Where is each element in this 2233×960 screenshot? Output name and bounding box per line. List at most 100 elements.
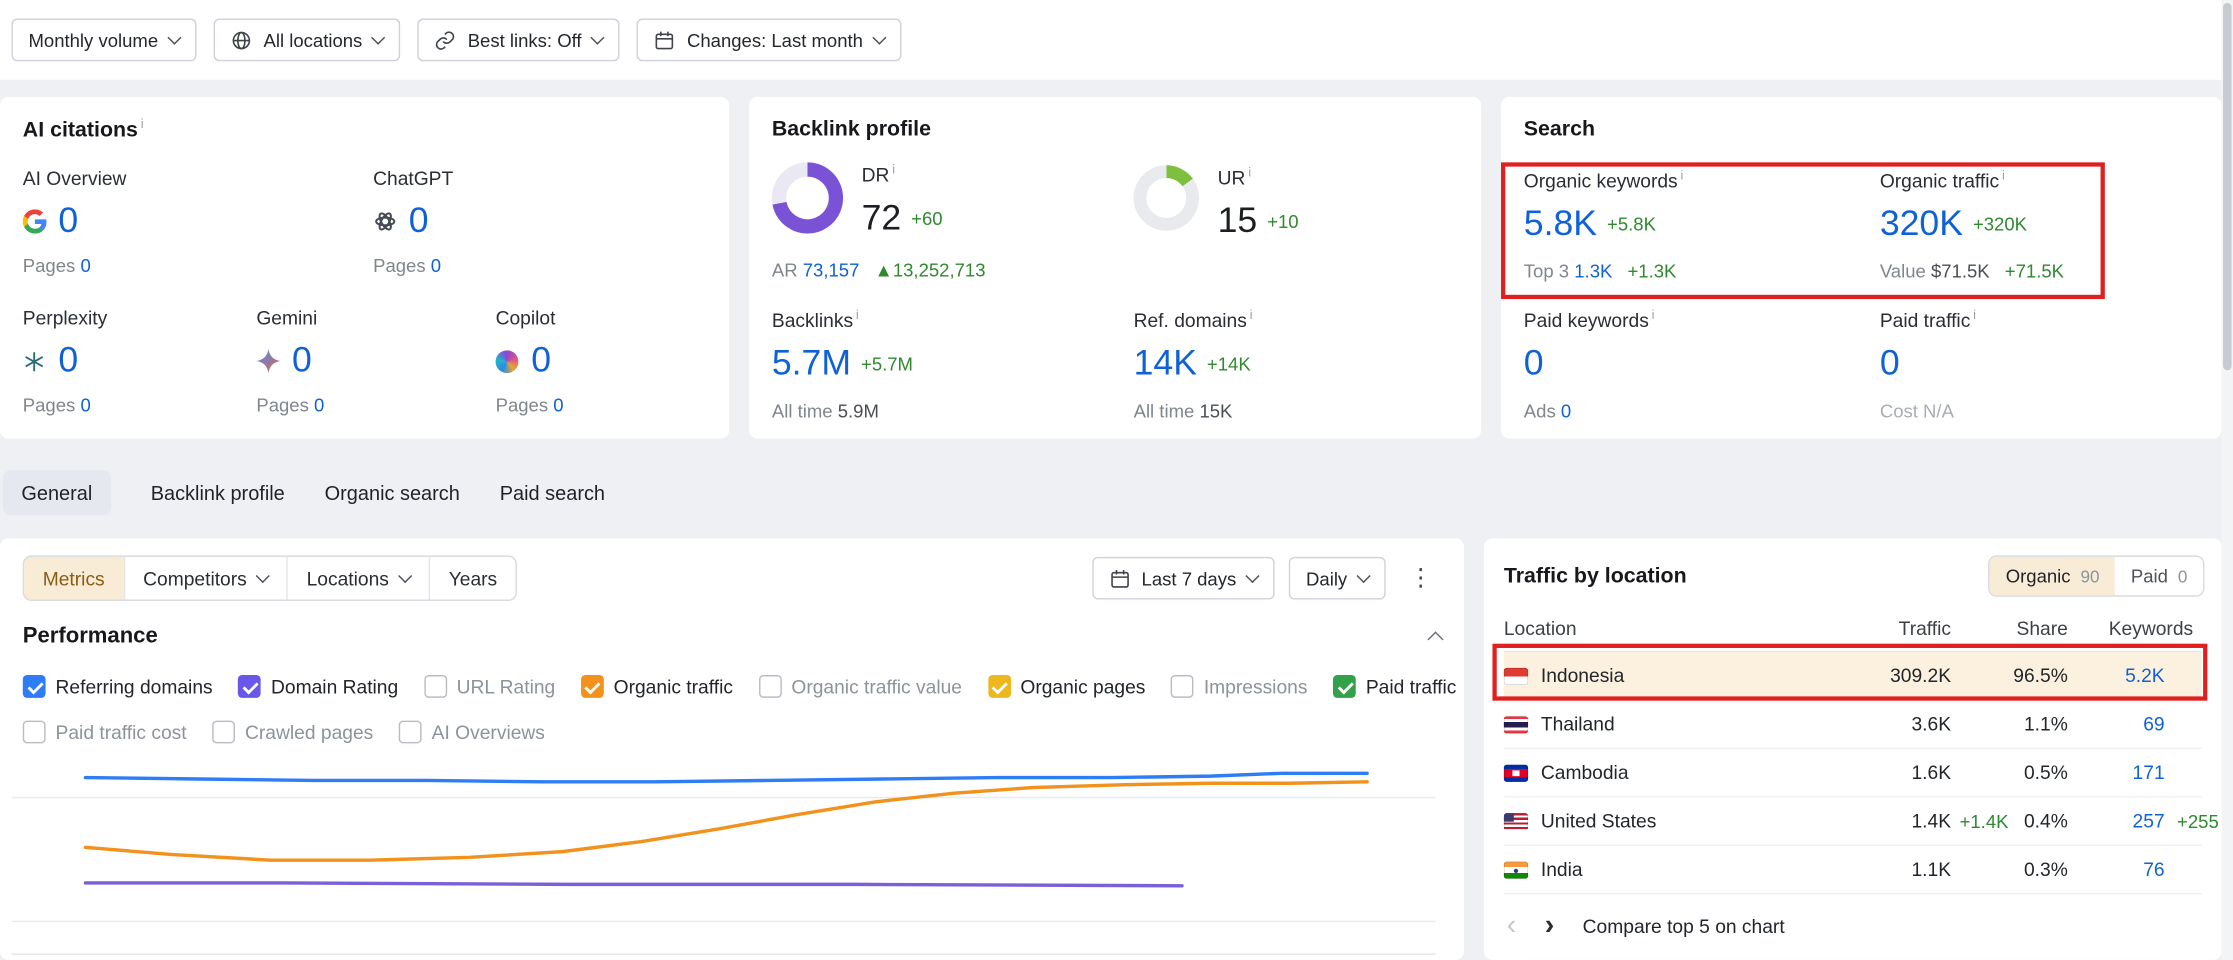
- legend-paid-traffic-cost[interactable]: Paid traffic cost: [23, 721, 187, 744]
- ar-value[interactable]: 73,157: [803, 259, 860, 280]
- collapse-chevron-icon[interactable]: [1427, 631, 1443, 647]
- dr-delta: +60: [911, 207, 942, 228]
- info-icon[interactable]: i: [141, 117, 144, 131]
- legend-ai-overviews[interactable]: AI Overviews: [399, 721, 545, 744]
- table-row-india[interactable]: India 1.1K 0.3% 76: [1504, 846, 2202, 894]
- legend-domain-rating[interactable]: Domain Rating: [238, 675, 398, 698]
- paid-keywords-value[interactable]: 0: [1524, 342, 1544, 383]
- keywords-link[interactable]: 257: [2133, 810, 2165, 831]
- organic-traffic-value[interactable]: 320K: [1880, 203, 1963, 244]
- pages-count[interactable]: 0: [553, 394, 563, 415]
- ur-donut-chart: [1134, 165, 1200, 231]
- info-icon[interactable]: i: [856, 308, 859, 322]
- all-locations-dropdown[interactable]: All locations: [214, 19, 401, 62]
- info-icon[interactable]: i: [1973, 308, 1976, 322]
- keywords-link[interactable]: 5.2K: [2125, 665, 2165, 686]
- monthly-volume-dropdown[interactable]: Monthly volume: [11, 19, 196, 62]
- next-page-arrow[interactable]: ›: [1545, 911, 1555, 939]
- legend-crawled-pages[interactable]: Crawled pages: [212, 721, 373, 744]
- table-row-thailand[interactable]: Thailand 3.6K 1.1% 69: [1504, 701, 2202, 749]
- legend-organic-pages[interactable]: Organic pages: [988, 675, 1146, 698]
- date-range-dropdown[interactable]: Last 7 days: [1092, 557, 1275, 600]
- page: Monthly volume All locations Best links:…: [0, 0, 2233, 960]
- checkbox-unchecked[interactable]: [424, 675, 447, 698]
- compare-top5-link[interactable]: Compare top 5 on chart: [1583, 915, 1785, 936]
- keywords-link[interactable]: 69: [2143, 713, 2164, 734]
- organic-keywords-value[interactable]: 5.8K: [1524, 203, 1597, 244]
- checkbox-checked[interactable]: [1333, 675, 1356, 698]
- keywords-link[interactable]: 76: [2143, 859, 2164, 880]
- checkbox-unchecked[interactable]: [23, 721, 46, 744]
- pages-label: Pages: [496, 394, 549, 415]
- organic-paid-toggle: Organic90 Paid0: [1989, 555, 2205, 596]
- table-row-indonesia[interactable]: Indonesia 309.2K 96.5% 5.2K: [1504, 652, 2202, 700]
- checkbox-unchecked[interactable]: [399, 721, 422, 744]
- paid-traffic-value[interactable]: 0: [1880, 342, 1900, 383]
- tab-general[interactable]: General: [3, 470, 111, 516]
- info-icon[interactable]: i: [2002, 168, 2005, 182]
- dr-donut-chart: [772, 162, 843, 233]
- paid-toggle-button[interactable]: Paid0: [2115, 557, 2203, 595]
- indonesia-flag: [1504, 667, 1528, 684]
- metrics-button[interactable]: Metrics: [24, 557, 123, 600]
- checkbox-checked[interactable]: [988, 675, 1011, 698]
- info-icon[interactable]: i: [892, 162, 895, 176]
- gemini-count[interactable]: 0: [292, 340, 312, 381]
- legend-referring-domains[interactable]: Referring domains: [23, 675, 213, 698]
- ai-overview-count[interactable]: 0: [58, 201, 78, 242]
- tab-backlink-profile[interactable]: Backlink profile: [151, 470, 285, 516]
- ads-count[interactable]: 0: [1561, 399, 1571, 420]
- chatgpt-count[interactable]: 0: [409, 201, 429, 242]
- checkbox-unchecked[interactable]: [1171, 675, 1194, 698]
- organic-keywords-delta: +5.8K: [1607, 213, 1656, 234]
- legend-impressions[interactable]: Impressions: [1171, 675, 1307, 698]
- organic-toggle-button[interactable]: Organic90: [1990, 557, 2115, 595]
- backlinks-value[interactable]: 5.7M: [772, 342, 851, 383]
- tab-organic-search[interactable]: Organic search: [325, 470, 460, 516]
- years-button[interactable]: Years: [429, 557, 516, 600]
- checkbox-checked[interactable]: [23, 675, 46, 698]
- changes-dropdown[interactable]: Changes: Last month: [637, 19, 901, 62]
- prev-page-arrow[interactable]: ‹: [1507, 911, 1517, 939]
- granularity-dropdown[interactable]: Daily: [1289, 557, 1386, 600]
- legend-paid-traffic[interactable]: Paid traffic: [1333, 675, 1456, 698]
- tab-paid-search[interactable]: Paid search: [500, 470, 605, 516]
- locations-dropdown[interactable]: Locations: [287, 557, 429, 600]
- legend-organic-traffic[interactable]: Organic traffic: [581, 675, 733, 698]
- paid-keywords-label: Paid keywordsi: [1524, 308, 1655, 331]
- keywords-cell: 257+255: [2076, 810, 2201, 831]
- pages-count[interactable]: 0: [431, 255, 441, 276]
- checkbox-checked[interactable]: [238, 675, 261, 698]
- info-icon[interactable]: i: [1652, 308, 1655, 322]
- pages-count[interactable]: 0: [314, 394, 324, 415]
- copilot-count[interactable]: 0: [531, 340, 551, 381]
- info-icon[interactable]: i: [1248, 165, 1251, 179]
- scrollbar-thumb[interactable]: [2223, 3, 2232, 370]
- perplexity-count[interactable]: 0: [58, 340, 78, 381]
- ai-item-name: ChatGPT: [373, 168, 453, 189]
- legend-organic-traffic-value[interactable]: Organic traffic value: [759, 675, 962, 698]
- checkbox-checked[interactable]: [581, 675, 604, 698]
- best-links-dropdown[interactable]: Best links: Off: [418, 19, 620, 62]
- ref-domains-block: Ref. domainsi 14K+14K All time 15K: [1134, 308, 1253, 421]
- table-row-cambodia[interactable]: Cambodia 1.6K 0.5% 171: [1504, 749, 2202, 797]
- calendar-icon: [1109, 568, 1130, 589]
- pages-count[interactable]: 0: [80, 394, 90, 415]
- ref-domains-value[interactable]: 14K: [1134, 342, 1197, 383]
- traffic-by-location-panel: Traffic by location Organic90 Paid0 Loca…: [1484, 538, 2222, 960]
- chevron-down-icon: [872, 30, 886, 44]
- paid-traffic-block: Paid traffici 0 Cost N/A: [1880, 308, 1976, 421]
- traffic-location-footer: ‹ › Compare top 5 on chart: [1507, 911, 1785, 939]
- info-icon[interactable]: i: [1250, 308, 1253, 322]
- kebab-menu-icon[interactable]: ⋮: [1400, 564, 1441, 592]
- top3-value[interactable]: 1.3K: [1574, 260, 1612, 281]
- info-icon[interactable]: i: [1681, 168, 1684, 182]
- checkbox-unchecked[interactable]: [759, 675, 782, 698]
- table-row-united-states[interactable]: United States 1.4K+1.4K 0.4% 257+255: [1504, 798, 2202, 846]
- scrollbar-track[interactable]: [2222, 0, 2233, 960]
- keywords-link[interactable]: 171: [2133, 762, 2165, 783]
- competitors-dropdown[interactable]: Competitors: [123, 557, 286, 600]
- checkbox-unchecked[interactable]: [212, 721, 235, 744]
- legend-url-rating[interactable]: URL Rating: [424, 675, 555, 698]
- pages-count[interactable]: 0: [80, 255, 90, 276]
